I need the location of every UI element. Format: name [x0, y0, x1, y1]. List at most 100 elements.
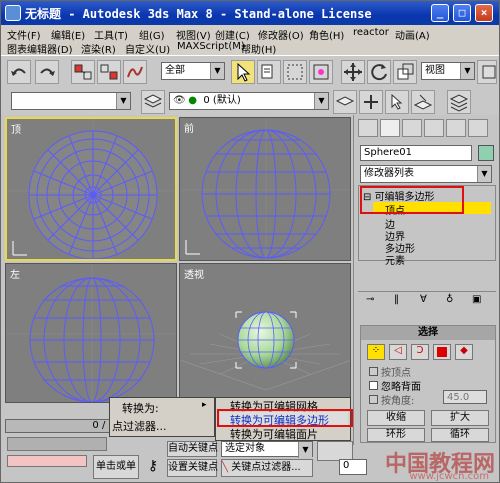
redo-icon[interactable]: [35, 60, 59, 84]
set-key-button[interactable]: 设置关键点: [167, 459, 218, 477]
menu-help[interactable]: 帮助(H): [241, 41, 276, 56]
close-button[interactable]: ×: [475, 4, 493, 22]
object-color-swatch[interactable]: [478, 145, 494, 161]
border-mode-icon[interactable]: Ↄ: [411, 344, 429, 360]
stack-highlight-box: [360, 186, 464, 214]
goto-start-icon[interactable]: [317, 441, 353, 461]
show-end-result-icon[interactable]: ‖: [394, 294, 399, 305]
viewport-top[interactable]: 顶: [5, 117, 177, 261]
main-toolbar: 全部 ▼ 视图 ▼ ▼ 👁 ● 0 (默认) ▼: [1, 55, 499, 115]
menu-customize[interactable]: 自定义(U): [125, 41, 170, 56]
viewport-left[interactable]: 左: [5, 263, 177, 403]
configure-sets-icon[interactable]: ▣: [472, 294, 481, 305]
modifier-list-dropdown[interactable]: 修改器列表 ▼: [360, 165, 492, 183]
rect-selection-icon[interactable]: [283, 60, 307, 84]
command-panel: Sphere01 修改器列表 ▼ ⊟ 可编辑多边形 顶点 边 边界 多边形 元素…: [353, 115, 499, 445]
select-by-name-icon[interactable]: [257, 60, 281, 84]
hierarchy-tab-icon[interactable]: [402, 119, 422, 137]
named-selection-dropdown[interactable]: ▼: [11, 92, 131, 110]
modify-tab-icon[interactable]: [380, 119, 400, 137]
layer-properties-icon[interactable]: [411, 90, 435, 114]
layer-dropdown[interactable]: 👁 ● 0 (默认) ▼: [169, 92, 329, 110]
viewport-label-front[interactable]: 前: [184, 120, 194, 135]
scale-icon[interactable]: [393, 60, 417, 84]
ignore-backfacing-checkbox[interactable]: 忽略背面: [369, 378, 421, 393]
ring-button[interactable]: 环形: [367, 428, 425, 442]
sphere-front-wireframe: [180, 118, 350, 260]
frame-number-field[interactable]: 0: [339, 459, 367, 475]
layer-manager-icon[interactable]: [141, 90, 165, 114]
select-from-layer-icon[interactable]: [385, 90, 409, 114]
make-unique-icon[interactable]: ∀: [420, 294, 427, 305]
create-tab-icon[interactable]: [358, 119, 378, 137]
by-angle-checkbox[interactable]: 按角度:: [369, 392, 414, 407]
menu-graph-editors[interactable]: 图表编辑器(D): [7, 41, 73, 56]
vertex-mode-icon[interactable]: ⁘: [367, 344, 385, 360]
layers-toggle-icon[interactable]: [447, 90, 471, 114]
viewport-perspective[interactable]: 透视: [179, 263, 351, 403]
menu-rendering[interactable]: 渲染(R): [81, 41, 116, 56]
menu-maxscript[interactable]: MAXScript(M): [177, 41, 245, 52]
menu-animation[interactable]: 动画(A): [395, 27, 430, 42]
auto-key-button[interactable]: 自动关键点: [167, 441, 218, 457]
select-object-icon[interactable]: [231, 60, 255, 84]
maxscript-listener[interactable]: [7, 455, 87, 467]
selected-object-dropdown[interactable]: 选定对象 ▼: [221, 441, 313, 458]
layer-plus-icon[interactable]: [359, 90, 383, 114]
point-filter-item[interactable]: 点过滤器...: [112, 418, 167, 434]
motion-tab-icon[interactable]: [424, 119, 444, 137]
menu-tools[interactable]: 工具(T): [94, 27, 128, 42]
stack-item-element[interactable]: 元素: [385, 252, 405, 267]
menu-reactor[interactable]: reactor: [353, 27, 389, 38]
move-icon[interactable]: [341, 60, 365, 84]
polygon-mode-icon[interactable]: [433, 344, 451, 360]
key-filters-icon: ╲: [222, 462, 232, 473]
minimize-button[interactable]: _: [431, 4, 449, 22]
trackbar[interactable]: [7, 437, 107, 451]
edge-mode-icon[interactable]: ◁: [389, 344, 407, 360]
undo-icon[interactable]: [7, 60, 31, 84]
menu-edit[interactable]: 编辑(E): [51, 27, 85, 42]
unlink-icon[interactable]: [97, 60, 121, 84]
watermark-url: www.jcwcn.com: [409, 471, 489, 482]
pin-stack-icon[interactable]: ⊸: [366, 294, 374, 305]
pivot-center-icon[interactable]: [477, 60, 497, 84]
selection-rollout-title[interactable]: 选择: [361, 326, 495, 340]
select-link-icon[interactable]: [71, 60, 95, 84]
convert-highlight-box: [217, 409, 353, 427]
by-vertex-checkbox[interactable]: 按顶点: [369, 364, 411, 379]
menu-character[interactable]: 角色(H): [309, 27, 344, 42]
remove-modifier-icon[interactable]: ♁: [446, 294, 453, 305]
bind-space-warp-icon[interactable]: [123, 60, 147, 84]
menu-modifiers[interactable]: 修改器(O): [258, 27, 304, 42]
display-tab-icon[interactable]: [446, 119, 466, 137]
maximize-button[interactable]: □: [453, 4, 471, 22]
ref-coord-dropdown[interactable]: 视图 ▼: [421, 62, 475, 80]
viewport-front[interactable]: 前: [179, 117, 351, 261]
convert-editable-patch[interactable]: 转换为可编辑面片: [230, 426, 318, 442]
angle-spinner[interactable]: 45.0: [443, 390, 487, 404]
loop-button[interactable]: 循环: [431, 428, 489, 442]
grow-button[interactable]: 扩大: [431, 410, 489, 426]
window-crossing-icon[interactable]: [309, 60, 333, 84]
layer-add-icon[interactable]: [333, 90, 357, 114]
utilities-tab-icon[interactable]: [468, 119, 488, 137]
object-name-field[interactable]: Sphere01: [360, 145, 472, 161]
viewport-label-left[interactable]: 左: [10, 266, 20, 281]
menu-create[interactable]: 创建(C): [215, 27, 250, 42]
menu-views[interactable]: 视图(V): [176, 27, 211, 42]
modifier-list-label: 修改器列表: [364, 168, 414, 179]
selection-filter-value: 全部: [165, 65, 185, 76]
key-filters-button[interactable]: ╲ 关键点过滤器...: [221, 459, 313, 477]
selection-filter-dropdown[interactable]: 全部 ▼: [161, 62, 225, 80]
chevron-down-icon: ▼: [116, 93, 130, 109]
viewport-label-perspective[interactable]: 透视: [184, 266, 204, 281]
shrink-button[interactable]: 收缩: [367, 410, 425, 426]
element-mode-icon[interactable]: ◆: [455, 344, 473, 360]
menu-group[interactable]: 组(G): [139, 27, 165, 42]
menu-file[interactable]: 文件(F): [7, 27, 41, 42]
convert-to-item[interactable]: 转换为:: [122, 400, 159, 416]
rotate-icon[interactable]: [367, 60, 391, 84]
key-icon[interactable]: ⚷: [141, 455, 165, 479]
viewport-label-top[interactable]: 顶: [11, 121, 21, 136]
